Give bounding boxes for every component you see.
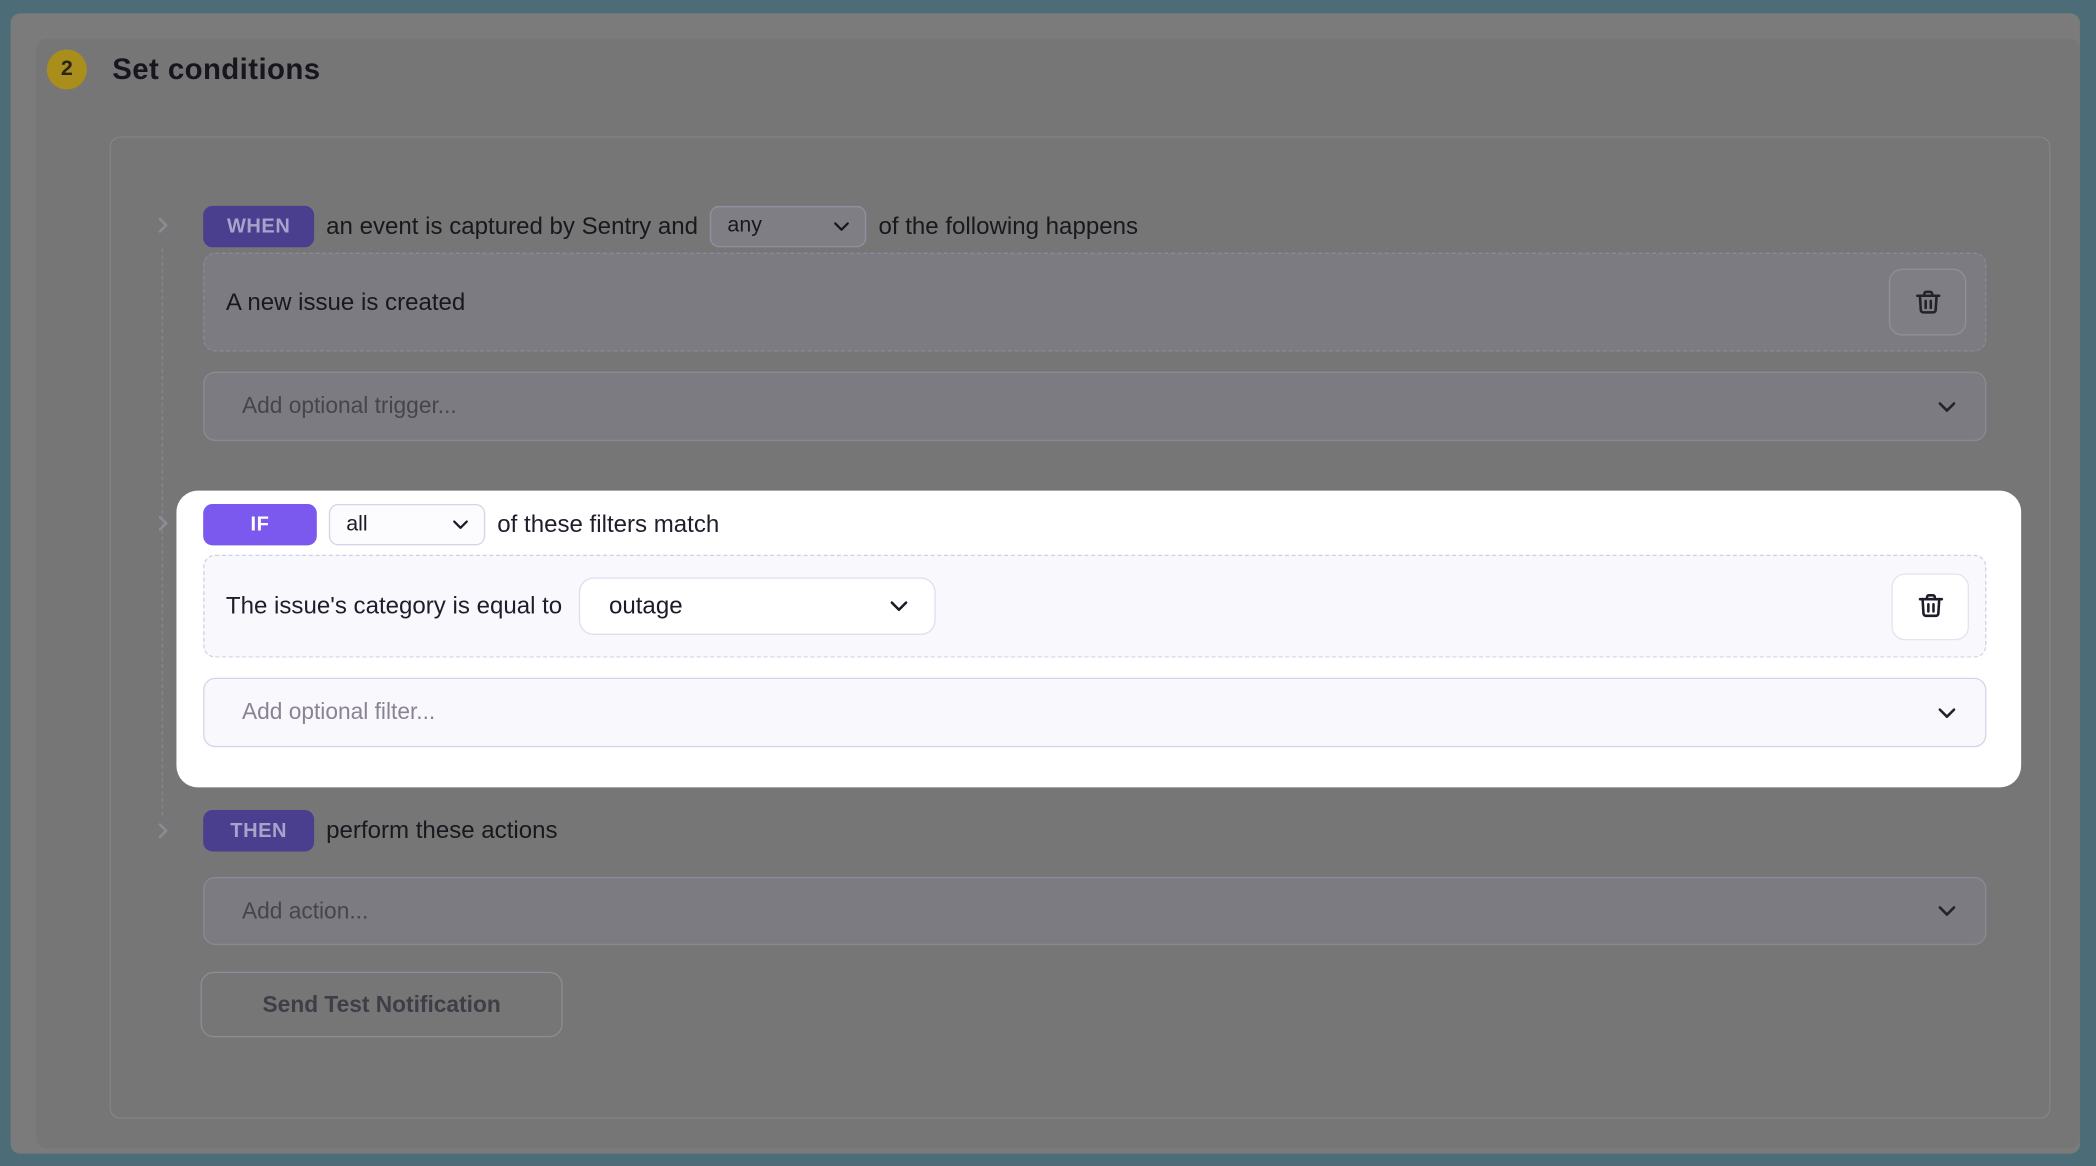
add-action-label: Add action...	[241, 897, 369, 924]
step-number-badge: 2	[46, 49, 87, 90]
add-optional-filter-label: Add optional filter...	[241, 699, 436, 725]
chevron-down-icon	[890, 601, 907, 612]
page-title: Set conditions	[112, 52, 321, 86]
chevron-down-icon	[453, 520, 468, 529]
when-match-select[interactable]: any	[710, 205, 867, 247]
add-optional-filter[interactable]: Add optional filter...	[203, 677, 1987, 748]
if-text-after: of these filters match	[497, 510, 720, 538]
delete-filter-button[interactable]	[1891, 572, 1970, 640]
trigger-condition-label: A new issue is created	[225, 288, 466, 315]
delete-trigger-button[interactable]	[1888, 268, 1967, 336]
collapse-caret-when-icon[interactable]	[152, 215, 172, 235]
add-action[interactable]: Add action...	[203, 876, 1987, 946]
filter-value: outage	[608, 592, 683, 619]
alert-rule-builder: 2 Set conditions WHEN an event is captur…	[0, 0, 2096, 1166]
chevron-down-icon	[834, 221, 850, 231]
trash-icon	[1918, 594, 1943, 618]
then-text-after: perform these actions	[326, 816, 558, 844]
then-badge: THEN	[203, 810, 315, 852]
collapse-caret-if-icon[interactable]	[152, 513, 172, 533]
when-match-value: any	[727, 213, 762, 237]
chevron-down-icon	[1938, 906, 1956, 916]
if-match-select[interactable]: all	[328, 503, 486, 546]
when-header-row: WHEN an event is captured by Sentry and …	[203, 205, 1138, 248]
add-optional-trigger[interactable]: Add optional trigger...	[203, 371, 1987, 442]
if-header-row: IF all of these filters match	[203, 503, 720, 546]
if-match-value: all	[346, 512, 368, 536]
chevron-down-icon	[1938, 401, 1956, 412]
filter-condition-row: The issue's category is equal to outage	[203, 554, 1987, 658]
when-badge: WHEN	[203, 205, 315, 247]
when-text-after: of the following happens	[878, 211, 1139, 239]
trash-icon	[1915, 289, 1940, 313]
add-optional-trigger-label: Add optional trigger...	[241, 392, 457, 419]
collapse-caret-then-icon[interactable]	[152, 821, 172, 841]
if-badge: IF	[203, 503, 317, 546]
filter-condition-label: The issue's category is equal to	[225, 592, 563, 619]
filter-value-select[interactable]: outage	[578, 577, 936, 635]
chevron-down-icon	[1938, 707, 1956, 718]
when-text-before: an event is captured by Sentry and	[326, 211, 699, 239]
then-header-row: THEN perform these actions	[203, 810, 558, 852]
trigger-condition-row: A new issue is created	[203, 252, 1987, 352]
send-test-notification-button[interactable]: Send Test Notification	[200, 971, 563, 1038]
